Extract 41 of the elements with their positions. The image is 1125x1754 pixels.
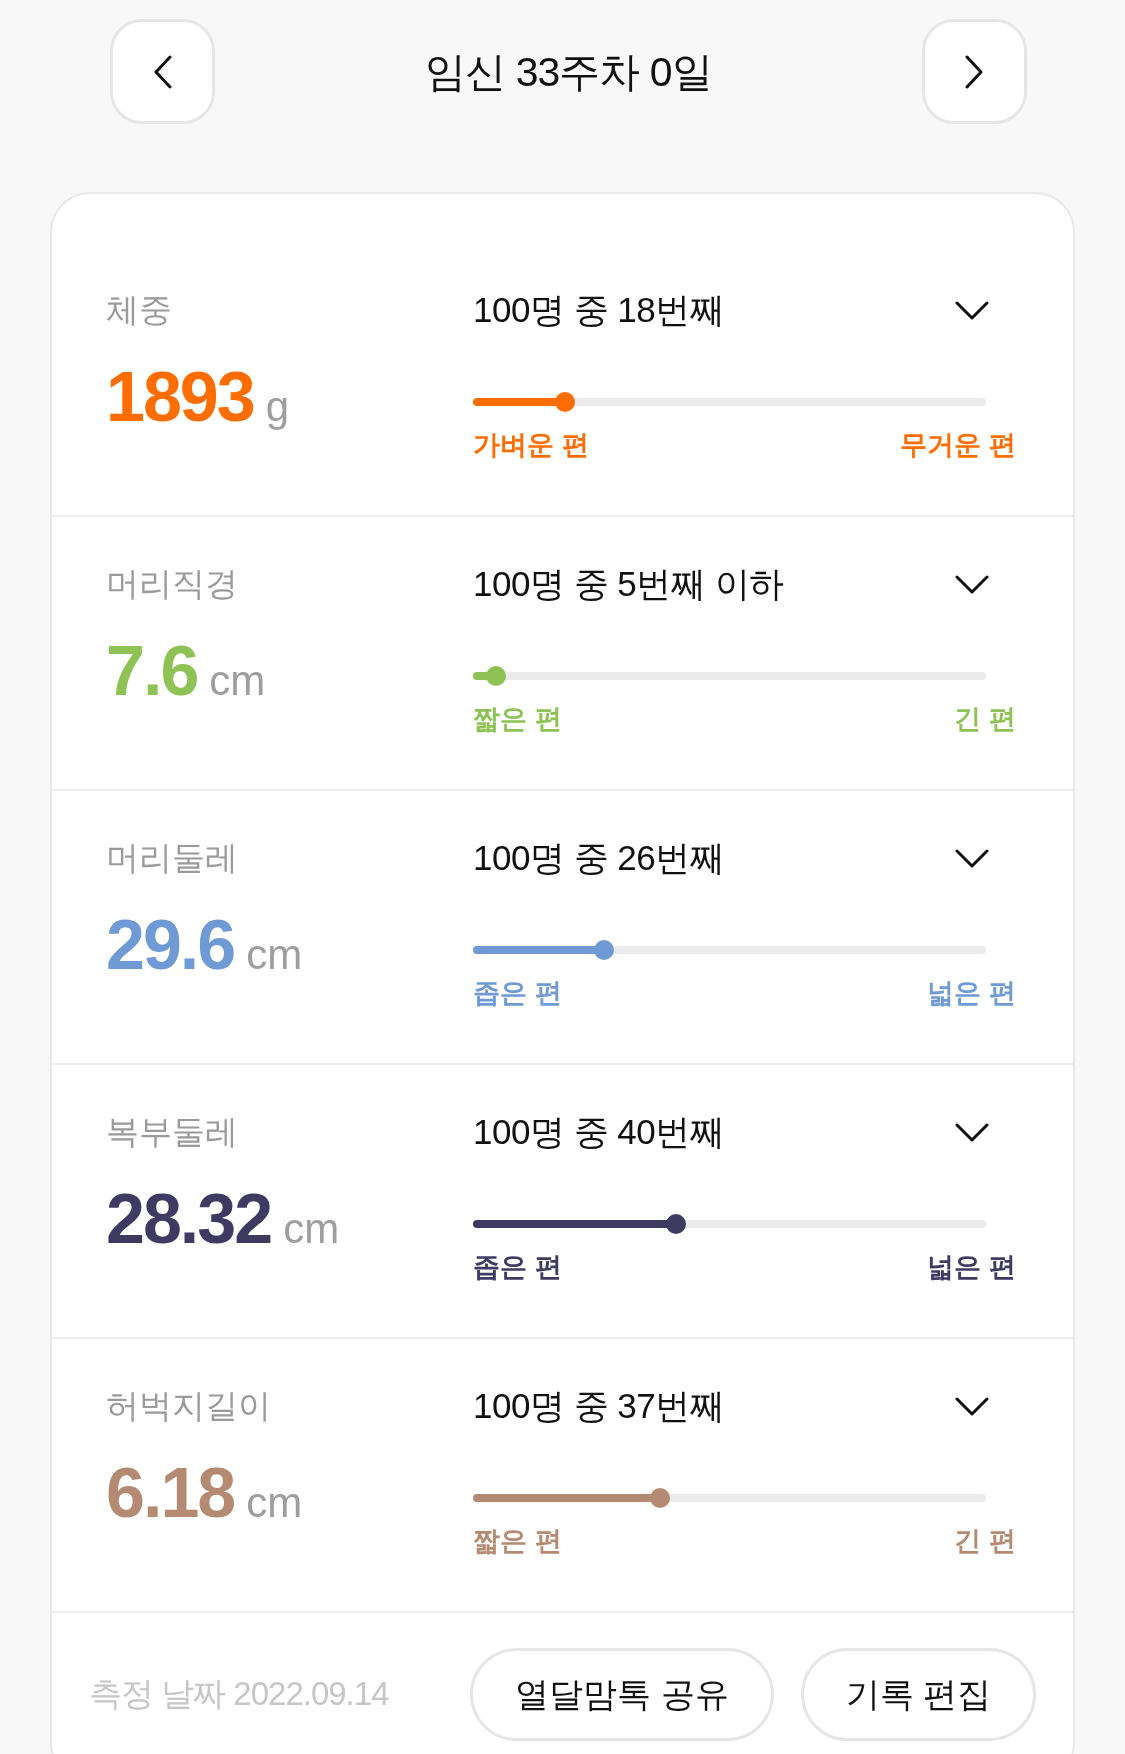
rank-text: 100명 중 40번째: [473, 1110, 725, 1153]
rank-text: 100명 중 26번째: [473, 836, 725, 879]
chevron-right-icon: [965, 54, 984, 89]
metric-label: 머리직경: [106, 564, 238, 604]
scale-high-label: 긴 편: [954, 703, 1016, 736]
scale-low-label: 좁은 편: [473, 977, 562, 1010]
metric-unit: cm: [209, 657, 266, 705]
scale-high-label: 넓은 편: [927, 977, 1016, 1010]
rank-text: 100명 중 37번째: [473, 1384, 725, 1427]
chevron-down-icon[interactable]: [955, 848, 989, 868]
chevron-down-icon[interactable]: [955, 574, 989, 594]
metric-unit: cm: [246, 931, 303, 979]
metric-label: 체중: [106, 290, 172, 330]
metric-unit: g: [265, 383, 290, 431]
scale-low-label: 좁은 편: [473, 1251, 562, 1284]
chevron-down-icon[interactable]: [955, 1396, 989, 1416]
share-button[interactable]: 열달맘톡 공유: [470, 1648, 774, 1741]
metric-value: 29.6: [106, 905, 235, 985]
metric-unit: cm: [246, 1479, 303, 1527]
measurement-date: 측정 날짜 2022.09.14: [89, 1674, 389, 1714]
scale-low-label: 짧은 편: [473, 703, 562, 736]
metric-value: 28.32: [106, 1179, 272, 1259]
metric-value: 7.6: [106, 631, 198, 711]
rank-text: 100명 중 18번째: [473, 288, 725, 331]
edit-button[interactable]: 기록 편집: [800, 1648, 1036, 1741]
week-title: 임신 33주차 0일: [425, 47, 712, 97]
metric-unit: cm: [283, 1205, 340, 1253]
scale-high-label: 긴 편: [954, 1525, 1016, 1558]
metric-label: 허벅지길이: [106, 1386, 271, 1426]
scale-high-label: 무거운 편: [900, 429, 1016, 462]
chevron-left-icon: [153, 54, 172, 89]
metric-value: 6.18: [106, 1453, 235, 1533]
metric-label: 머리둘레: [106, 838, 238, 878]
metric-value: 1893: [106, 357, 254, 437]
scale-low-label: 가벼운 편: [473, 429, 589, 462]
chevron-down-icon[interactable]: [955, 300, 989, 320]
scale-high-label: 넓은 편: [927, 1251, 1016, 1284]
chevron-down-icon[interactable]: [955, 1122, 989, 1142]
scale-low-label: 짧은 편: [473, 1525, 562, 1558]
rank-text: 100명 중 5번째 이하: [473, 562, 784, 605]
metric-label: 복부둘레: [106, 1112, 238, 1152]
